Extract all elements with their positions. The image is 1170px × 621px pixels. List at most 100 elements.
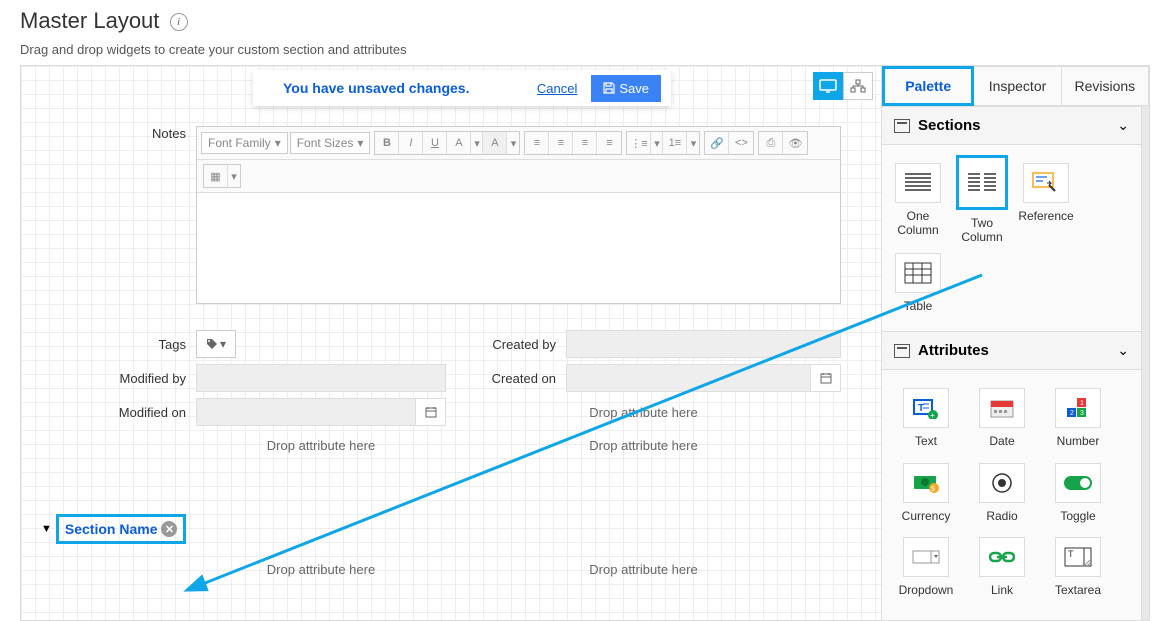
tab-revisions[interactable]: Revisions: [1062, 66, 1149, 106]
section-name[interactable]: Section Name ✕: [56, 514, 187, 544]
desktop-icon: [819, 79, 837, 93]
sidebar-scrollbar[interactable]: [1141, 106, 1149, 620]
bullet-list-button[interactable]: ⋮≡: [627, 132, 651, 154]
palette-link[interactable]: Link: [974, 537, 1030, 597]
table-button[interactable]: ▦: [204, 165, 228, 187]
print-button[interactable]: ⎙: [759, 132, 783, 154]
tree-view-button[interactable]: [843, 72, 873, 100]
text-color-button[interactable]: A: [447, 132, 471, 154]
palette-number[interactable]: 123 Number: [1050, 388, 1106, 448]
code-button[interactable]: <>: [729, 132, 753, 154]
radio-icon: [991, 472, 1013, 494]
table-icon: [903, 261, 933, 285]
modified-by-label: Modified by: [51, 371, 196, 386]
created-by-input[interactable]: [566, 330, 841, 358]
view-toggle: [813, 72, 873, 100]
palette-textarea[interactable]: T Textarea: [1050, 537, 1106, 597]
dropdown-icon: [912, 550, 940, 564]
palette-radio[interactable]: Radio: [974, 463, 1030, 523]
notes-label: Notes: [51, 126, 196, 141]
svg-text:+: +: [930, 411, 935, 419]
link-icon: [989, 550, 1015, 564]
underline-button[interactable]: U: [423, 132, 447, 154]
font-family-select[interactable]: Font Family ▾: [201, 132, 288, 154]
text-color-dropdown[interactable]: ▾: [471, 132, 483, 154]
svg-text:2: 2: [1070, 410, 1074, 417]
drop-zone[interactable]: Drop attribute here: [196, 432, 446, 459]
save-icon: [603, 82, 615, 94]
palette-toggle[interactable]: Toggle: [1050, 463, 1106, 523]
chevron-down-icon: ⌄: [1117, 342, 1129, 359]
calendar-icon[interactable]: [810, 365, 840, 391]
drop-zone[interactable]: Drop attribute here: [446, 432, 841, 459]
created-on-input[interactable]: [566, 364, 841, 392]
modified-by-input[interactable]: [196, 364, 446, 392]
palette-text[interactable]: T+ Text: [898, 388, 954, 448]
bold-button[interactable]: B: [375, 132, 399, 154]
save-button[interactable]: Save: [591, 75, 661, 102]
delete-section-icon[interactable]: ✕: [161, 521, 177, 537]
bg-color-button[interactable]: A: [483, 132, 507, 154]
palette-one-column[interactable]: One Column: [890, 163, 946, 245]
svg-text:T: T: [1068, 549, 1074, 559]
bullet-list-dropdown[interactable]: ▾: [651, 132, 663, 154]
align-center-button[interactable]: ≡: [549, 132, 573, 154]
tab-inspector[interactable]: Inspector: [974, 66, 1061, 106]
date-icon: [989, 397, 1015, 419]
link-button[interactable]: 🔗: [705, 132, 729, 154]
font-size-select[interactable]: Font Sizes ▾: [290, 132, 371, 154]
table-dropdown[interactable]: ▾: [228, 165, 240, 187]
svg-text:$: $: [931, 486, 935, 493]
align-left-button[interactable]: ≡: [525, 132, 549, 154]
section-icon: [894, 119, 910, 133]
palette-two-column[interactable]: Two Column: [954, 155, 1010, 245]
rte-toolbar: Font Family ▾ Font Sizes ▾ B I U A ▾ A ▾: [197, 127, 840, 160]
rte-body[interactable]: [197, 193, 840, 303]
textarea-icon: T: [1064, 547, 1092, 567]
drop-zone[interactable]: Drop attribute here: [196, 556, 446, 583]
drop-zone[interactable]: Drop attribute here: [446, 399, 841, 426]
layout-canvas[interactable]: You have unsaved changes. Cancel Save No…: [21, 66, 881, 620]
calendar-icon[interactable]: [415, 399, 445, 425]
modified-on-input[interactable]: [196, 398, 446, 426]
two-column-icon: [966, 171, 998, 195]
svg-text:1: 1: [1080, 400, 1084, 407]
align-right-button[interactable]: ≡: [573, 132, 597, 154]
notes-editor[interactable]: Font Family ▾ Font Sizes ▾ B I U A ▾ A ▾: [196, 126, 841, 304]
chevron-down-icon[interactable]: ▼: [41, 523, 52, 535]
chevron-down-icon: ⌄: [1117, 117, 1129, 134]
drop-zone[interactable]: Drop attribute here: [446, 556, 841, 583]
palette-dropdown[interactable]: Dropdown: [898, 537, 954, 597]
palette-currency[interactable]: $ Currency: [898, 463, 954, 523]
modified-on-label: Modified on: [51, 405, 196, 420]
svg-text:3: 3: [1080, 410, 1084, 417]
reference-icon: [1031, 171, 1061, 195]
palette-date[interactable]: Date: [974, 388, 1030, 448]
page-subtitle: Drag and drop widgets to create your cus…: [0, 34, 1170, 57]
align-justify-button[interactable]: ≡: [597, 132, 621, 154]
italic-button[interactable]: I: [399, 132, 423, 154]
tag-icon: [206, 338, 218, 350]
tags-label: Tags: [51, 337, 196, 352]
created-on-label: Created on: [446, 371, 566, 386]
desktop-view-button[interactable]: [813, 72, 843, 100]
currency-icon: $: [912, 473, 940, 493]
unsaved-changes-bar: You have unsaved changes. Cancel Save: [253, 70, 671, 106]
cancel-link[interactable]: Cancel: [537, 81, 577, 96]
number-list-dropdown[interactable]: ▾: [687, 132, 699, 154]
text-icon: T+: [913, 397, 939, 419]
tags-button[interactable]: ▾: [196, 330, 236, 358]
palette-table[interactable]: Table: [890, 253, 946, 313]
tab-palette[interactable]: Palette: [882, 66, 974, 106]
tree-icon: [850, 79, 866, 93]
number-list-button[interactable]: 1≡: [663, 132, 687, 154]
sections-panel-header[interactable]: Sections ⌄: [882, 107, 1141, 145]
section-header[interactable]: ▼ Section Name ✕: [41, 514, 841, 544]
palette-reference[interactable]: Reference: [1018, 163, 1074, 245]
bg-color-dropdown[interactable]: ▾: [507, 132, 519, 154]
info-icon[interactable]: i: [170, 13, 188, 31]
section-icon: [894, 344, 910, 358]
preview-button[interactable]: 👁: [783, 132, 807, 154]
attributes-panel-header[interactable]: Attributes ⌄: [882, 332, 1141, 370]
unsaved-message: You have unsaved changes.: [283, 80, 469, 96]
